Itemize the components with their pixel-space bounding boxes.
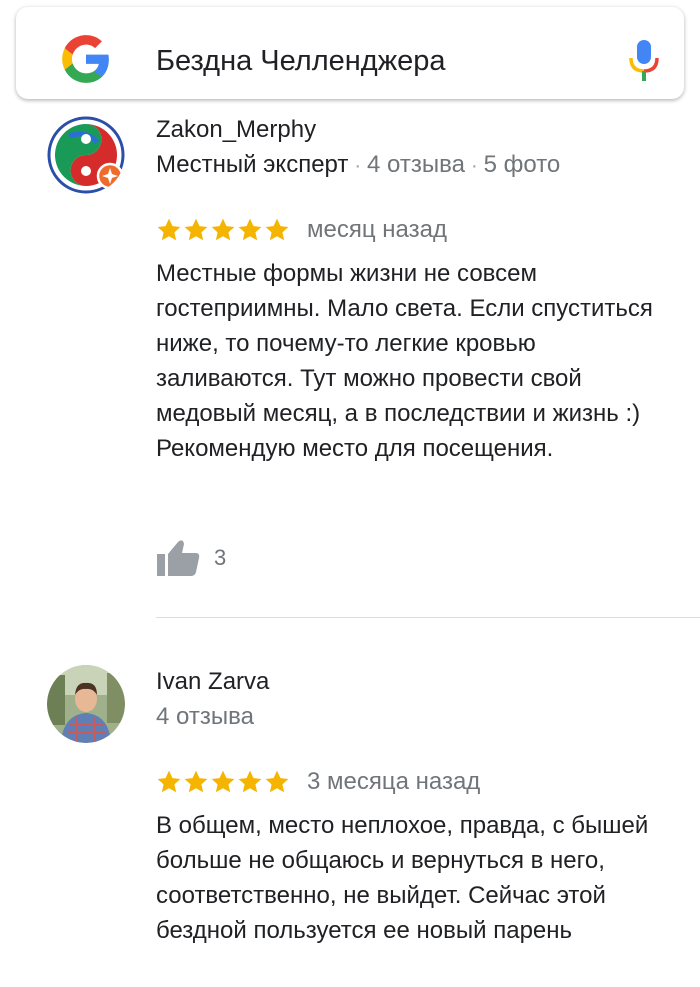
star-icon <box>211 218 235 241</box>
star-rating <box>156 769 291 795</box>
like-count: 3 <box>214 545 227 570</box>
rating-row: 3 месяца назад <box>156 765 480 799</box>
review-date: 3 месяца назад <box>307 768 481 795</box>
search-query[interactable]: Бездна Челленджера <box>156 41 446 81</box>
star-icon <box>157 770 181 793</box>
reviews-count: 4 отзыва <box>367 151 465 178</box>
like-button[interactable]: 3 <box>156 536 226 580</box>
star-icon <box>238 218 262 241</box>
star-icon <box>157 218 181 241</box>
star-icon <box>211 770 235 793</box>
review-date: месяц назад <box>307 216 447 243</box>
star-icon <box>265 770 289 793</box>
avatar[interactable] <box>47 665 125 743</box>
avatar[interactable] <box>47 116 125 194</box>
thumbs-up-icon[interactable] <box>156 538 200 578</box>
star-icon <box>184 218 208 241</box>
review-author-meta: 4 отзыва <box>156 700 254 734</box>
star-icon <box>265 218 289 241</box>
review-author[interactable]: Ivan Zarva <box>156 666 269 698</box>
rating-row: месяц назад <box>156 213 447 247</box>
microphone-icon[interactable] <box>628 39 660 83</box>
review-author-meta: Местный эксперт · 4 отзыва · 5 фото <box>156 148 560 183</box>
local-guide-badge: Местный эксперт <box>156 151 349 178</box>
review-text: Местные формы жизни не совсем гостеприим… <box>156 260 653 462</box>
star-rating <box>156 217 291 243</box>
star-icon <box>238 770 262 793</box>
star-icon <box>184 770 208 793</box>
google-g-icon[interactable] <box>60 33 112 85</box>
separator-dot: · <box>470 155 478 177</box>
search-bar[interactable]: Бездна Челленджера <box>16 7 684 99</box>
review-author[interactable]: Zakon_Merphy <box>156 114 316 146</box>
reviews-count: 4 отзыва <box>156 703 254 730</box>
review-divider <box>156 617 700 618</box>
photos-count: 5 фото <box>483 151 561 178</box>
review-text: В общем, место неплохое, правда, с бышей… <box>156 812 649 944</box>
separator-dot: · <box>354 155 362 177</box>
